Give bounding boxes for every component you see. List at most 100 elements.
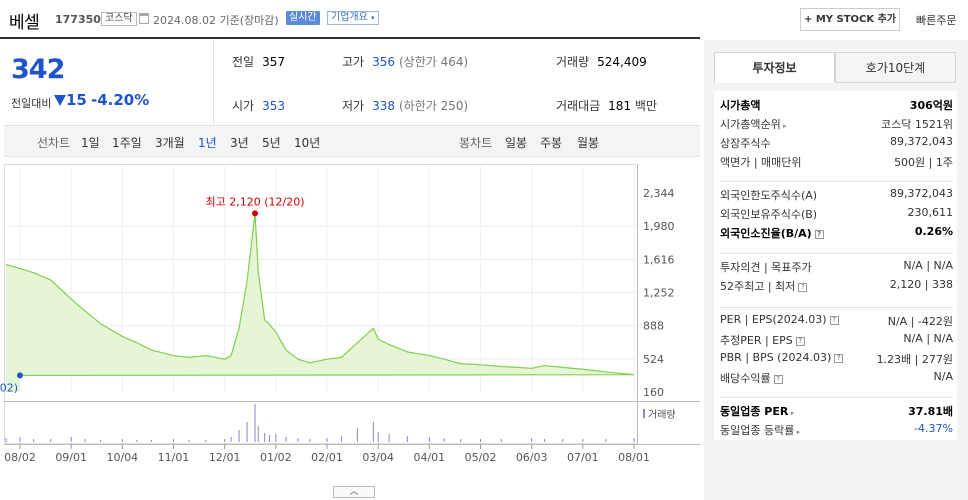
info-label: 외국인소진율(B/A)?: [720, 225, 824, 241]
period-3m[interactable]: 3개월: [155, 134, 185, 151]
info-label: 시가총액: [720, 99, 761, 112]
stat-open: 시가 353: [232, 99, 285, 113]
volume-bar: [460, 439, 462, 442]
volume-bar: [84, 439, 86, 442]
period-10y[interactable]: 10년: [294, 134, 320, 151]
add-my-stock-button[interactable]: + MY STOCK 추가: [800, 8, 900, 31]
info-row: 52주최고 | 최저? 2,120 | 338: [720, 278, 953, 296]
info-label: 액면가 | 매매단위: [720, 156, 802, 169]
stat-prev: 전일 357: [232, 55, 285, 69]
stat-high: 고가 356 (상한가 464): [342, 55, 469, 69]
info-row: PER | EPS(2024.03)? N/A | -422원: [720, 313, 953, 331]
info-value: 89,372,043: [890, 135, 953, 148]
x-tick-label: 03/04: [362, 451, 394, 464]
volume-bar: [246, 422, 248, 442]
volume-legend-label: 거래량: [648, 409, 676, 421]
volume-bar: [151, 440, 153, 442]
vs-prev-label: 전일대비: [11, 97, 52, 110]
info-label: 추정PER | EPS?: [720, 332, 805, 348]
realtime-button[interactable]: 실시간: [286, 11, 320, 25]
period-5y[interactable]: 5년: [262, 134, 281, 151]
price-area: [6, 213, 634, 392]
period-3y[interactable]: 3년: [230, 134, 249, 151]
x-tick-label: 04/01: [413, 451, 445, 464]
volume-bar: [121, 439, 123, 442]
help-icon[interactable]: ?: [773, 374, 783, 384]
current-price: 342: [11, 54, 65, 85]
stock-name: 베셀: [9, 13, 40, 33]
calendar-icon: [139, 13, 149, 24]
info-value: 2,120 | 338: [889, 278, 953, 291]
info-row: 시가총액 306억원: [720, 97, 953, 115]
help-icon[interactable]: ?: [798, 282, 808, 292]
info-row: PBR | BPS (2024.03)? 1.23배 | 277원: [720, 351, 953, 369]
volume-bar: [480, 439, 481, 442]
info-row: 상장주식수 89,372,043: [720, 135, 953, 153]
y-tick-label: 1,980: [643, 220, 675, 233]
stock-header: 베셀 177350 코스닥 2024.08.02 기준(장마감) 실시간 기업개…: [0, 0, 968, 38]
info-value: N/A: [933, 370, 953, 383]
candle-daily[interactable]: 일봉: [505, 134, 527, 151]
candle-weekly[interactable]: 주봉: [540, 134, 562, 151]
right-panel: 투자정보 호가10단계 시가총액 306억원 시가총액순위 ▸ 코스닥 1521위 상장…: [704, 40, 968, 500]
market-badge: 코스닥: [101, 12, 137, 26]
info-row: 액면가 | 매매단위 500원 | 1주: [720, 154, 953, 172]
info-value: N/A | -422원: [887, 315, 953, 328]
volume-bar: [309, 439, 311, 442]
x-tick-label: 08/01: [618, 451, 650, 464]
info-value: 230,611: [907, 206, 954, 219]
help-icon[interactable]: ?: [795, 336, 805, 346]
company-overview-button[interactable]: 기업개요 ▾: [327, 11, 379, 25]
y-tick-label: 1,252: [643, 287, 675, 300]
x-tick-label: 09/01: [55, 451, 87, 464]
price-chart: 2,344 1,980 1,616 1,252 888 524 160 08/02 09/01 1…: [0, 160, 700, 500]
info-label: 동일업종 PER ▸: [720, 405, 795, 418]
x-tick-label: 01/02: [260, 451, 292, 464]
volume-bar: [443, 438, 445, 442]
volume-bar: [543, 439, 545, 442]
low-label: 최저 338 (08/02): [0, 381, 18, 394]
high-label: 최고 2,120 (12/20): [206, 195, 305, 208]
info-row: 외국인보유주식수(B) 230,611: [720, 206, 953, 224]
help-icon[interactable]: ?: [829, 315, 839, 325]
volume-bar: [428, 437, 430, 442]
stock-code: 177350: [55, 13, 101, 26]
price-change: 15: [66, 91, 87, 109]
volume-bar: [406, 436, 408, 442]
x-tick-label: 08/02: [4, 451, 36, 464]
chevron-right-icon[interactable]: ▸: [781, 122, 787, 130]
chevron-right-icon[interactable]: ▸: [788, 409, 795, 417]
info-value: 89,372,043: [890, 187, 953, 200]
volume-bar: [372, 422, 374, 442]
y-tick-label: 888: [643, 320, 664, 333]
x-tick-label: 11/01: [158, 451, 190, 464]
volume-bar: [605, 439, 607, 442]
quick-order-button[interactable]: 빠른주문: [916, 12, 956, 28]
tab-investment-info[interactable]: 투자정보: [714, 52, 835, 83]
y-tick-label: 1,616: [643, 253, 675, 266]
divider: [0, 37, 700, 39]
info-value: 306억원: [909, 99, 953, 112]
period-1w[interactable]: 1주일: [112, 134, 142, 151]
x-tick-label: 02/01: [311, 451, 343, 464]
help-icon[interactable]: ?: [814, 229, 824, 239]
x-tick-label: 06/03: [516, 451, 548, 464]
info-value: 1.23배 | 277원: [876, 353, 953, 366]
period-1d[interactable]: 1일: [81, 134, 100, 151]
volume-legend-swatch: [643, 409, 645, 418]
volume-bar: [500, 439, 502, 442]
period-1y[interactable]: 1년: [198, 134, 217, 151]
candle-monthly[interactable]: 월봉: [577, 134, 599, 151]
info-row: 동일업종 PER ▸ 37.81배: [720, 403, 953, 421]
price-chart-svg: 2,344 1,980 1,616 1,252 888 524 160 08/02 09/01 1…: [0, 164, 700, 464]
volume-bar: [33, 439, 35, 442]
help-icon[interactable]: ?: [834, 353, 844, 363]
info-label: 동일업종 등락률 ▸: [720, 424, 801, 437]
volume-bar: [531, 438, 533, 442]
chart-toggle-button[interactable]: ︿: [333, 486, 375, 498]
chevron-right-icon[interactable]: ▸: [794, 428, 801, 436]
divider: [720, 307, 953, 308]
y-tick-label: 524: [643, 353, 664, 366]
info-label: 상장주식수: [720, 137, 771, 150]
tab-orderbook[interactable]: 호가10단계: [835, 52, 956, 83]
